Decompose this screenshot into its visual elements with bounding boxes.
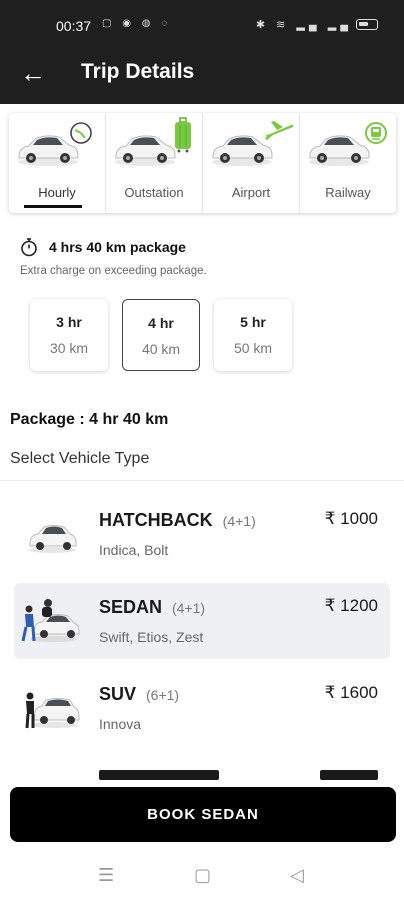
home-icon[interactable]: ▢ bbox=[194, 865, 211, 886]
vehicle-name: HATCHBACK (4+1) bbox=[99, 510, 256, 531]
package-note: Extra charge on exceeding package. bbox=[20, 265, 207, 277]
clipped-vehicle-price bbox=[320, 770, 378, 780]
vehicle-section-title: Select Vehicle Type bbox=[10, 450, 150, 467]
tab-label: Hourly bbox=[38, 185, 76, 200]
vehicle-name-text: HATCHBACK bbox=[99, 510, 213, 530]
vehicle-price: ₹ 1600 bbox=[324, 683, 378, 702]
vehicle-row-partial[interactable] bbox=[14, 766, 390, 786]
package-option-3hr[interactable]: 3 hr 30 km bbox=[30, 299, 108, 371]
package-heading: 4 hrs 40 km package bbox=[19, 237, 186, 257]
vehicle-price: ₹ 1000 bbox=[324, 509, 378, 528]
vehicle-price: ₹ 1200 bbox=[324, 596, 378, 615]
luggage-icon bbox=[175, 117, 191, 153]
app-bar: ← Trip Details bbox=[0, 44, 404, 104]
vehicle-models: Indica, Bolt bbox=[99, 542, 169, 558]
menu-icon[interactable]: ☰ bbox=[98, 865, 114, 886]
suv-with-driver-icon bbox=[25, 692, 80, 729]
vehicle-models: Innova bbox=[99, 716, 142, 732]
vehicle-seats: (6+1) bbox=[146, 687, 180, 703]
sedan-with-driver-icon bbox=[21, 599, 80, 642]
option-hours: 3 hr bbox=[56, 314, 82, 330]
system-icons: ✱ ≋ ▂▄ ▂▄ bbox=[256, 18, 378, 31]
vehicle-name: SEDAN (4+1) bbox=[99, 597, 205, 618]
airplane-icon bbox=[263, 121, 294, 140]
vehicle-row-hatchback[interactable]: HATCHBACK (4+1) Indica, Bolt ₹ 1000 bbox=[14, 496, 390, 572]
active-tab-indicator bbox=[24, 205, 82, 208]
tab-hourly[interactable]: Hourly bbox=[9, 113, 106, 213]
car-icon bbox=[115, 135, 176, 166]
divider bbox=[0, 480, 404, 481]
tab-airport[interactable]: Airport bbox=[203, 113, 300, 213]
book-button[interactable]: BOOK SEDAN bbox=[10, 787, 396, 842]
tab-label: Railway bbox=[325, 185, 371, 200]
vehicle-row-suv[interactable]: SUV (6+1) Innova ₹ 1600 bbox=[14, 670, 390, 746]
option-km: 50 km bbox=[233, 340, 273, 356]
package-heading-text: 4 hrs 40 km package bbox=[49, 239, 186, 255]
trip-type-tabs: Hourly Outstation Airport Railway bbox=[9, 113, 396, 213]
car-icon bbox=[309, 135, 370, 166]
clipped-vehicle-name bbox=[99, 770, 219, 780]
system-nav-bar: ☰ ▢ ◁ bbox=[0, 852, 404, 900]
status-bar: 00:37 ▢ ◉ ◍ ◌ ✱ ≋ ▂▄ ▂▄ bbox=[0, 0, 404, 44]
vehicle-seats: (4+1) bbox=[222, 513, 256, 529]
back-arrow-icon[interactable]: ← bbox=[18, 58, 48, 88]
vehicle-name: SUV (6+1) bbox=[99, 684, 179, 705]
tab-label: Outstation bbox=[124, 185, 184, 200]
option-hours: 5 hr bbox=[240, 314, 266, 330]
package-option-4hr[interactable]: 4 hr 40 km bbox=[122, 299, 200, 371]
option-km: 30 km bbox=[49, 340, 89, 356]
package-summary: Package : 4 hr 40 km bbox=[10, 411, 169, 428]
package-option-5hr[interactable]: 5 hr 50 km bbox=[214, 299, 292, 371]
vehicle-name-text: SUV bbox=[99, 684, 137, 704]
status-time: 00:37 bbox=[56, 18, 92, 34]
vehicle-seats: (4+1) bbox=[172, 600, 206, 616]
option-km: 40 km bbox=[141, 341, 181, 357]
battery-icon bbox=[356, 19, 378, 30]
tab-outstation[interactable]: Outstation bbox=[106, 113, 203, 213]
back-icon[interactable]: ◁ bbox=[290, 865, 304, 886]
vehicle-name-text: SEDAN bbox=[99, 597, 163, 617]
vehicle-row-sedan[interactable]: SEDAN (4+1) Swift, Etios, Zest ₹ 1200 bbox=[14, 583, 390, 659]
notification-icons: ▢ ◉ ◍ ◌ bbox=[102, 18, 172, 29]
clock-icon bbox=[70, 122, 92, 144]
train-icon bbox=[365, 122, 387, 144]
hatchback-icon bbox=[28, 525, 77, 553]
option-hours: 4 hr bbox=[148, 315, 174, 331]
page-title: Trip Details bbox=[81, 60, 195, 83]
tab-label: Airport bbox=[231, 185, 271, 200]
vehicle-models: Swift, Etios, Zest bbox=[99, 629, 204, 645]
stopwatch-icon bbox=[21, 238, 37, 257]
tab-railway[interactable]: Railway bbox=[300, 113, 396, 213]
